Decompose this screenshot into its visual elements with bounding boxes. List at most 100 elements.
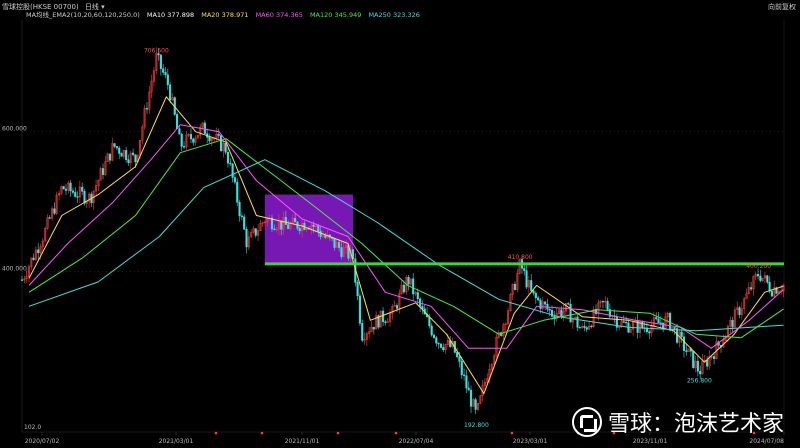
candle-body <box>435 337 438 344</box>
candle-body <box>132 152 135 156</box>
event-marker <box>214 431 218 435</box>
ma-legend-title[interactable]: MA均线_EMA2(10,20,60,120,250,0) <box>26 11 140 19</box>
candle-body <box>544 301 547 305</box>
candle-body <box>713 356 716 359</box>
candle-body <box>606 301 609 310</box>
chart-window: 600.000 400.000 102.0 2020/07/02 2021/03/01 2… <box>0 0 800 448</box>
candle-body <box>358 295 361 324</box>
candle-body <box>220 135 223 152</box>
candle-body <box>680 331 683 338</box>
candle-body <box>176 114 179 129</box>
candle-body <box>48 217 51 219</box>
candle-body <box>439 343 442 348</box>
candle-body <box>319 230 322 237</box>
candle-body <box>333 238 336 248</box>
candle-body <box>513 283 517 290</box>
candle-body <box>118 147 121 154</box>
candle-body <box>382 310 385 323</box>
candle-body <box>178 128 181 135</box>
candle-body <box>37 249 40 254</box>
candle-body <box>460 361 463 376</box>
candle-body <box>284 217 287 225</box>
candle-body <box>750 287 753 290</box>
candle-body <box>685 350 688 352</box>
price-annotation: 400.200 <box>746 263 771 270</box>
candle-body <box>324 235 327 238</box>
y-tick-label: 600.000 <box>2 126 27 133</box>
candle-body <box>548 308 551 311</box>
candle-body <box>569 303 572 323</box>
candle-body <box>395 305 399 309</box>
candle-body <box>182 146 186 148</box>
candle-body <box>585 327 588 330</box>
candle-body <box>273 228 276 231</box>
candle-body <box>20 279 24 281</box>
candle-body <box>180 133 183 147</box>
candle-body <box>430 325 433 336</box>
candle-body <box>127 159 130 163</box>
candle-body <box>145 108 149 110</box>
candle-body <box>699 371 702 375</box>
candle-body <box>530 280 533 291</box>
candle-body <box>338 242 341 248</box>
candle-body <box>340 247 343 257</box>
candle-body <box>731 320 734 328</box>
y-tick-label: 400.000 <box>2 265 27 272</box>
candle-body <box>356 282 359 297</box>
candle-body <box>280 220 283 230</box>
candle-body <box>469 389 473 407</box>
x-tick-label: 2023/11/01 <box>633 438 668 445</box>
candle-body <box>240 215 243 218</box>
candle-body <box>101 168 105 175</box>
candle-body <box>189 134 193 140</box>
candle-body <box>233 177 236 183</box>
candle-body <box>402 284 405 293</box>
candle-body <box>416 292 419 300</box>
candle-body <box>641 321 644 329</box>
candle-body <box>224 142 227 153</box>
watermark-text: 雪球：泡沫艺术家 <box>607 412 784 437</box>
candle-body <box>625 321 628 324</box>
candle-body <box>532 290 535 294</box>
candle-body <box>412 278 415 295</box>
candle-body <box>69 182 72 192</box>
candle-body <box>203 122 206 134</box>
candle-body <box>238 201 241 217</box>
candle-body <box>164 72 167 76</box>
candle-body <box>372 326 375 330</box>
price-annotation: 410.800 <box>508 254 533 261</box>
event-marker <box>260 431 264 435</box>
candle-body <box>120 153 123 157</box>
candle-body <box>236 181 239 203</box>
ma-legend: MA均线_EMA2(10,20,60,120,250,0) MA10 377.8… <box>26 9 425 19</box>
candle-body <box>659 322 662 324</box>
candle-body <box>766 275 769 283</box>
candle-body <box>662 322 665 329</box>
x-tick-label: 2024/07/08 <box>749 438 784 445</box>
candle-body <box>576 316 579 328</box>
candle-body <box>759 275 762 281</box>
candle-body <box>696 360 699 372</box>
event-marker <box>394 431 398 435</box>
candle-body <box>64 188 68 191</box>
candle-body <box>159 54 162 69</box>
candle-body <box>428 316 431 327</box>
price-chart: 600.000 400.000 102.0 2020/07/02 2021/03/01 2… <box>2 20 785 445</box>
candle-body <box>770 291 773 297</box>
candle-body <box>673 327 676 329</box>
candle-body <box>115 146 118 149</box>
candle-body <box>523 268 526 271</box>
candle-body <box>108 153 112 161</box>
candle-body <box>692 350 695 368</box>
candle-body <box>578 327 581 329</box>
candle-body <box>384 321 387 323</box>
candle-body <box>648 331 651 334</box>
candle-body <box>590 325 593 328</box>
price-annotation: 256.800 <box>687 377 712 384</box>
x-tick-label: 2021/03/01 <box>159 438 194 445</box>
ma20-value: MA20 378.971 <box>201 11 249 19</box>
candle-body <box>134 154 137 163</box>
adjust-mode[interactable]: 向前复权 <box>768 2 796 12</box>
candle-body <box>71 190 74 193</box>
event-marker <box>336 431 340 435</box>
